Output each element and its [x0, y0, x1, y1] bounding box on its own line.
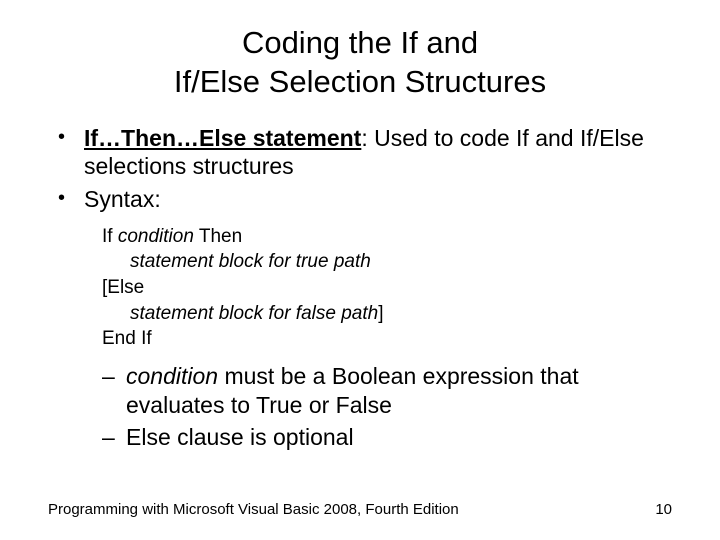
sub-bullet-1: condition must be a Boolean expression t… — [102, 362, 672, 420]
syntax-l1a: If — [102, 226, 118, 247]
syntax-line-1: If condition Then — [102, 224, 672, 250]
syntax-line-4: statement block for false path] — [130, 301, 672, 327]
syntax-l1b: condition — [118, 226, 194, 247]
sub-1-em: condition — [126, 363, 218, 389]
bullet-1-term: If…Then…Else statement — [84, 125, 361, 151]
syntax-line-3: [Else — [102, 275, 672, 301]
bullet-1: If…Then…Else statement: Used to code If … — [58, 124, 672, 182]
title-line-1: Coding the If and — [242, 25, 478, 60]
syntax-l4b: ] — [378, 303, 383, 324]
footer-source: Programming with Microsoft Visual Basic … — [48, 501, 459, 518]
page-title: Coding the If and If/Else Selection Stru… — [48, 24, 672, 102]
sub-bullet-2: Else clause is optional — [102, 423, 672, 452]
slide: Coding the If and If/Else Selection Stru… — [0, 0, 720, 540]
title-line-2: If/Else Selection Structures — [174, 64, 546, 99]
syntax-line-2: statement block for true path — [130, 249, 672, 275]
syntax-line-5: End If — [102, 326, 672, 352]
bullet-2: Syntax: — [58, 185, 672, 214]
syntax-l1c: Then — [194, 226, 242, 247]
sub-bullets: condition must be a Boolean expression t… — [48, 362, 672, 452]
syntax-l4a: statement block for false path — [130, 303, 378, 324]
bullet-2-text: Syntax: — [84, 186, 161, 212]
body: If…Then…Else statement: Used to code If … — [48, 124, 672, 453]
sub-2-text: Else clause is optional — [126, 424, 354, 450]
top-bullets: If…Then…Else statement: Used to code If … — [48, 124, 672, 214]
page-number: 10 — [655, 501, 672, 518]
syntax-block: If condition Then statement block for tr… — [102, 224, 672, 352]
